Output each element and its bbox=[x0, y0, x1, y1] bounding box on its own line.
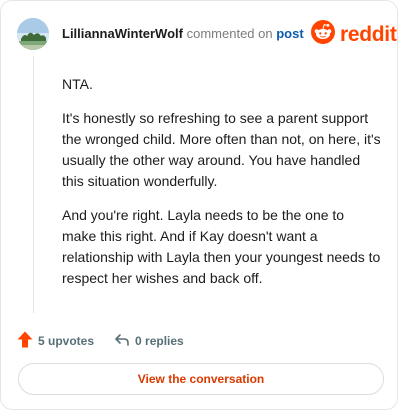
comment-header: LilliannaWinterWolf commented on post bbox=[62, 26, 304, 42]
commented-text: commented on bbox=[186, 26, 273, 41]
comment-paragraph: NTA. bbox=[62, 76, 93, 92]
view-conversation-label: View the conversation bbox=[137, 372, 265, 386]
comment-card: LilliannaWinterWolf commented on post re… bbox=[0, 0, 398, 410]
comment-paragraph: And you're right. Layla needs to be the … bbox=[62, 207, 381, 286]
comment-actions: 5 upvotes 0 replies bbox=[17, 331, 184, 351]
replies-count: 0 replies bbox=[135, 334, 184, 348]
upvotes-count: 5 upvotes bbox=[38, 334, 95, 348]
reply-arrow-icon bbox=[114, 332, 135, 351]
reddit-logo[interactable]: reddit bbox=[311, 20, 397, 49]
comment-paragraph: It's honestly so refreshing to see a par… bbox=[62, 110, 381, 189]
post-link[interactable]: post bbox=[276, 26, 303, 41]
reddit-snoo-icon bbox=[311, 20, 335, 49]
upvote-button[interactable]: 5 upvotes bbox=[17, 331, 94, 351]
reddit-wordmark: reddit bbox=[340, 22, 397, 46]
comment-body: NTA. It's honestly so refreshing to see … bbox=[62, 74, 382, 302]
username[interactable]: LilliannaWinterWolf bbox=[62, 26, 183, 41]
upvote-arrow-icon bbox=[17, 331, 38, 351]
user-avatar[interactable] bbox=[17, 18, 49, 50]
view-conversation-button[interactable]: View the conversation bbox=[18, 363, 384, 395]
replies-button[interactable]: 0 replies bbox=[114, 332, 184, 351]
thread-line bbox=[33, 56, 34, 313]
